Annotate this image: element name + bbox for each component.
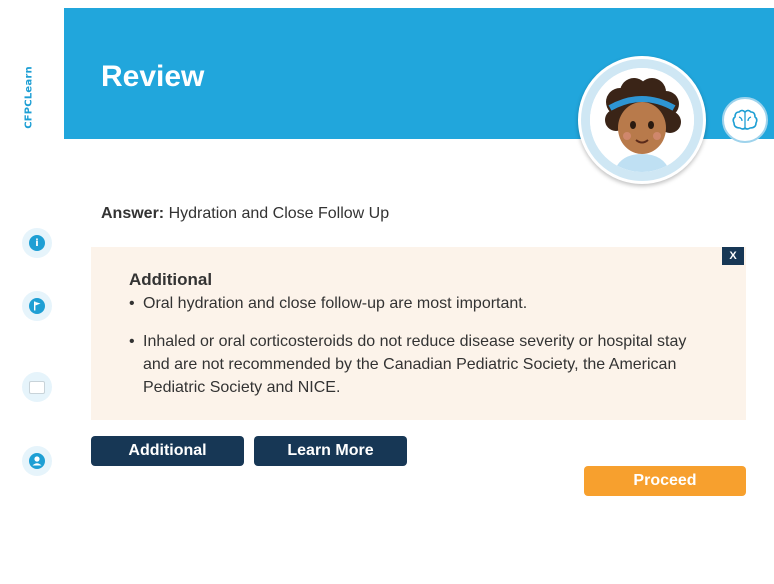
profile-button[interactable] [22,446,52,476]
brand-logo: CFPCLearn [14,56,42,146]
bullet-text: Oral hydration and close follow-up are m… [143,295,528,312]
page-title: Review [101,60,205,93]
answer-text: Hydration and Close Follow Up [168,205,390,222]
list-item: • Inhaled or oral corticosteroids do not… [129,330,689,399]
panel-heading: Additional [129,270,213,289]
info-icon: i [29,235,45,251]
proceed-button[interactable]: Proceed [584,466,746,496]
close-button[interactable]: X [722,247,744,265]
bullet-text: Inhaled or oral corticosteroids do not r… [143,333,687,396]
avatar [578,56,706,184]
brain-button[interactable] [722,97,768,143]
user-icon [29,453,45,469]
notes-icon [29,380,45,394]
list-item: • Oral hydration and close follow-up are… [129,292,689,315]
answer-line: Answer: Hydration and Close Follow Up [101,205,389,223]
bullet-mark: • [129,333,135,350]
additional-button[interactable]: Additional [91,436,244,466]
flag-icon [29,298,45,314]
child-avatar-icon [590,68,694,172]
notes-button[interactable] [22,372,52,402]
flag-button[interactable] [22,291,52,321]
info-button[interactable]: i [22,228,52,258]
brand-name: CFPCLearn [23,66,35,129]
learn-more-button[interactable]: Learn More [254,436,407,466]
brain-icon [732,109,758,130]
answer-label: Answer: [101,205,165,222]
bullet-mark: • [129,295,135,312]
